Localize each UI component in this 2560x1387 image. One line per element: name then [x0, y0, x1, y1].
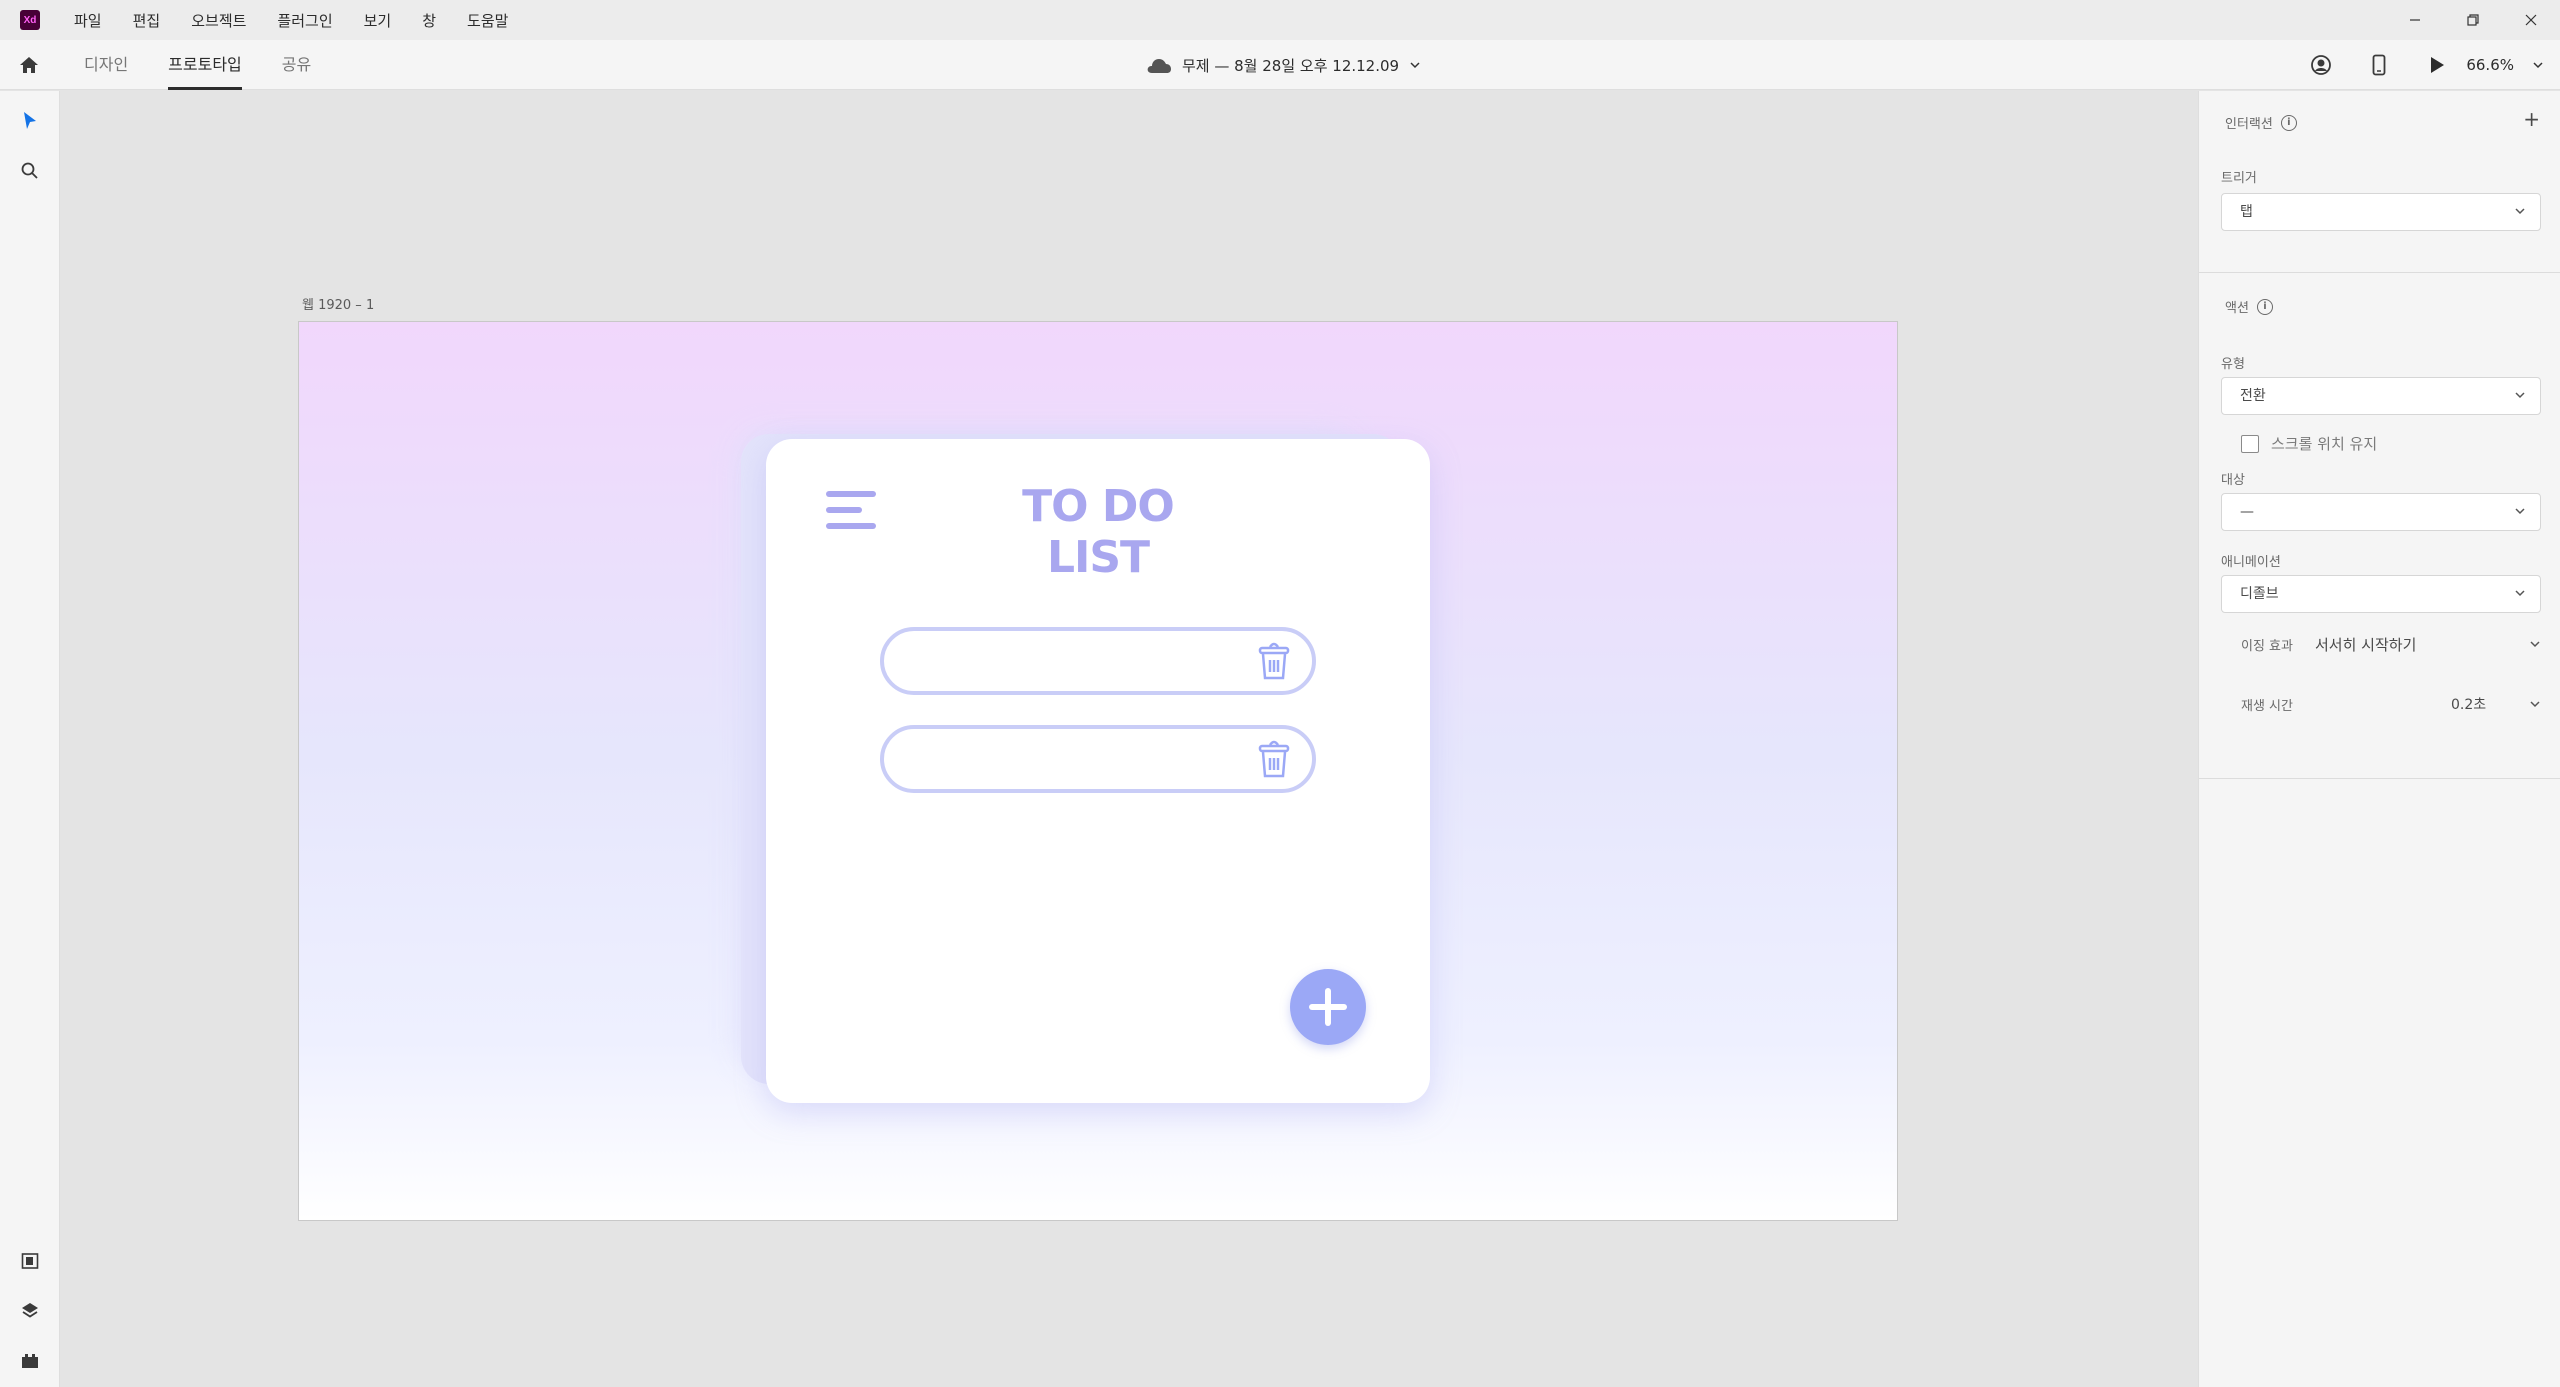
action-header: 액션 i [2225, 297, 2273, 316]
pointer-arrow-icon [24, 112, 36, 129]
left-tool-rail [0, 91, 60, 1387]
play-preview-button[interactable] [2424, 52, 2450, 78]
todo-input-row[interactable] [880, 627, 1316, 695]
menu-window[interactable]: 창 [422, 10, 436, 31]
animation-value: 디졸브 [2240, 586, 2279, 602]
tab-share[interactable]: 공유 [282, 40, 311, 90]
plus-icon [1309, 988, 1347, 1026]
close-button[interactable] [2502, 0, 2560, 40]
duration-label: 재생 시간 [2241, 698, 2293, 714]
minimize-icon [2410, 19, 2420, 21]
chevron-down-icon [2515, 590, 2525, 597]
chevron-down-icon [2533, 62, 2543, 69]
type-dropdown[interactable]: 전환 [2221, 377, 2541, 415]
home-icon [20, 57, 38, 73]
todo-card[interactable]: TO DO LIST [766, 439, 1430, 1103]
duration-value: 0.2초 [2451, 697, 2487, 713]
cloud-icon [1147, 59, 1171, 73]
document-title-text: 무제 — 8월 28일 오후 12.12.09 [1182, 56, 1400, 75]
close-icon [2525, 14, 2537, 26]
trigger-dropdown[interactable]: 탭 [2221, 193, 2541, 231]
plugins-button[interactable] [17, 1348, 43, 1374]
top-toolbar: 디자인 프로토타입 공유 무제 — 8월 28일 오후 12.12.09 66.… [0, 40, 2560, 90]
trigger-label: 트리거 [2221, 171, 2257, 186]
easing-row[interactable]: 이징 효과 서서히 시작하기 [2241, 629, 2541, 659]
plugins-icon [22, 1354, 38, 1368]
target-value: — [2240, 504, 2254, 520]
trash-icon[interactable] [1258, 641, 1290, 681]
easing-label: 이징 효과 [2241, 638, 2293, 654]
add-todo-button[interactable] [1290, 969, 1366, 1045]
hamburger-menu-icon[interactable] [826, 491, 878, 529]
device-preview-button[interactable] [2366, 52, 2392, 78]
action-section: 액션 i 유형 전환 스크롤 위치 유지 대상 — 애니메이션 디졸브 이징 효… [2199, 273, 2560, 779]
chevron-down-icon [2530, 641, 2540, 648]
chevron-down-icon [2515, 392, 2525, 399]
todo-input-row[interactable] [880, 725, 1316, 793]
zoom-tool[interactable] [17, 158, 43, 184]
artboard-label[interactable]: 웹 1920 – 1 [302, 294, 374, 313]
type-value: 전환 [2240, 388, 2266, 404]
menu-file[interactable]: 파일 [74, 10, 102, 31]
menu-edit[interactable]: 편집 [133, 10, 161, 31]
layers-icon [22, 1303, 38, 1318]
chevron-down-icon [2515, 208, 2525, 215]
document-assets-button[interactable] [17, 1248, 43, 1274]
mode-tabs: 디자인 프로토타입 공유 [84, 40, 351, 90]
chevron-down-icon [2515, 508, 2525, 515]
restore-button[interactable] [2444, 0, 2502, 40]
xd-app-logo: Xd [20, 10, 40, 30]
layers-button[interactable] [17, 1298, 43, 1324]
trash-icon[interactable] [1258, 739, 1290, 779]
menu-help[interactable]: 도움말 [467, 10, 508, 31]
trigger-value: 탭 [2240, 204, 2253, 220]
user-share-button[interactable] [2308, 52, 2334, 78]
minimize-button[interactable] [2386, 0, 2444, 40]
home-button[interactable] [16, 52, 42, 78]
menu-plugins[interactable]: 플러그인 [277, 10, 332, 31]
info-icon[interactable]: i [2280, 114, 2297, 131]
card-title: TO DO LIST [1022, 481, 1175, 583]
animation-dropdown[interactable]: 디졸브 [2221, 575, 2541, 613]
mobile-device-icon [2372, 54, 2386, 76]
artboard[interactable]: TO DO LIST [298, 321, 1898, 1221]
keep-scroll-position-option[interactable]: 스크롤 위치 유지 [2241, 433, 2377, 454]
play-icon [2431, 57, 2445, 73]
chevron-down-icon [2530, 701, 2540, 708]
select-tool[interactable] [17, 108, 43, 134]
menu-object[interactable]: 오브젝트 [191, 10, 246, 31]
user-icon [2311, 55, 2332, 75]
info-icon[interactable]: i [2256, 298, 2273, 315]
document-title[interactable]: 무제 — 8월 28일 오후 12.12.09 [1146, 40, 1421, 90]
zoom-dropdown-button[interactable] [2528, 52, 2548, 78]
interaction-section: 인터랙션 i + 트리거 탭 [2199, 91, 2560, 273]
zoom-level[interactable]: 66.6% [2466, 56, 2514, 74]
target-label: 대상 [2221, 473, 2245, 488]
menu-view[interactable]: 보기 [364, 10, 392, 31]
search-icon [21, 162, 38, 179]
main-menu: 파일 편집 오브젝트 플러그인 보기 창 도움말 [74, 10, 539, 31]
keep-scroll-checkbox[interactable] [2241, 434, 2259, 453]
menu-bar: Xd 파일 편집 오브젝트 플러그인 보기 창 도움말 [0, 0, 2560, 40]
restore-icon [2467, 14, 2479, 26]
tab-design[interactable]: 디자인 [84, 40, 128, 90]
tab-prototype[interactable]: 프로토타입 [168, 40, 242, 90]
duration-row[interactable]: 재생 시간 0.2초 [2241, 689, 2541, 719]
type-label: 유형 [2221, 357, 2245, 372]
window-controls [2386, 0, 2560, 40]
toolbar-right: 66.6% [2308, 40, 2560, 90]
keep-scroll-label: 스크롤 위치 유지 [2271, 435, 2378, 453]
action-title: 액션 [2225, 301, 2249, 316]
target-dropdown[interactable]: — [2221, 493, 2541, 531]
document-assets-icon [21, 1253, 39, 1269]
chevron-down-icon [1410, 62, 1420, 69]
property-inspector: 인터랙션 i + 트리거 탭 액션 i 유형 전환 스크롤 위치 유지 대상 —… [2198, 91, 2560, 1387]
add-interaction-button[interactable]: + [2523, 107, 2540, 131]
animation-label: 애니메이션 [2221, 555, 2281, 570]
interaction-header: 인터랙션 i [2225, 113, 2297, 132]
easing-value: 서서히 시작하기 [2315, 635, 2417, 654]
interaction-title: 인터랙션 [2225, 117, 2273, 132]
